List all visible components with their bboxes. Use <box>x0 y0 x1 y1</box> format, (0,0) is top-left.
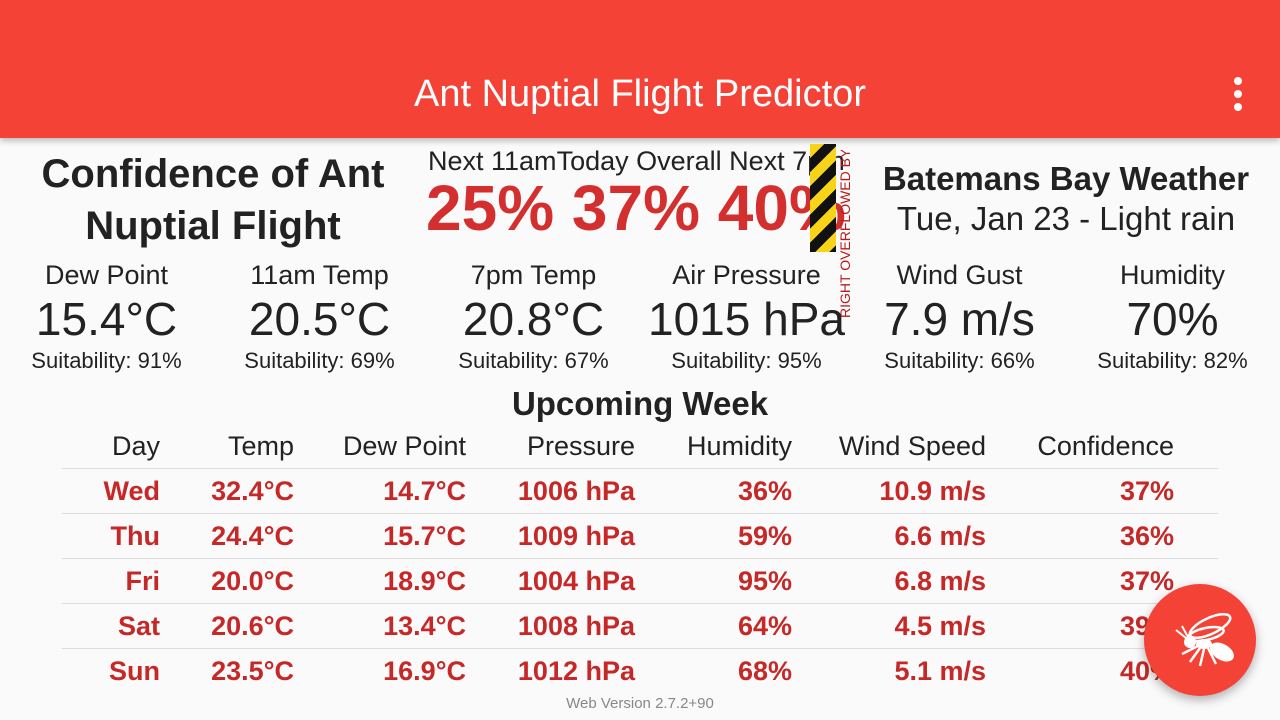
cell-dew-point: 18.9°C <box>383 566 466 596</box>
cell-pressure: 1009 hPa <box>517 521 635 551</box>
metric-name: Humidity <box>1119 260 1226 290</box>
confidence-title: Confidence of Ant Nuptial Flight <box>41 152 385 248</box>
cell-day: Thu <box>110 521 160 551</box>
cell-confidence: 37% <box>1119 476 1174 506</box>
table-row: Sun 23.5°C 16.9°C 1012 hPa 68% 5.1 m/s 4… <box>62 649 1218 693</box>
table-row: Thu 24.4°C 15.7°C 1009 hPa 59% 6.6 m/s 3… <box>62 514 1218 559</box>
weather-date-condition: Tue, Jan 23 - Light rain <box>896 200 1236 237</box>
cell-wind-speed: 6.8 m/s <box>894 566 986 596</box>
ant-icon <box>1175 612 1234 667</box>
value-next-11am: 25% <box>426 172 555 244</box>
table-row: Sat 20.6°C 13.4°C 1008 hPa 64% 4.5 m/s 3… <box>62 604 1218 649</box>
upcoming-week-table: Day Temp Dew Point Pressure Humidity Win… <box>62 424 1218 693</box>
cell-humidity: 68% <box>737 656 792 686</box>
overflow-warning-stripe <box>810 144 836 252</box>
app-title: Ant Nuptial Flight Predictor <box>414 73 866 115</box>
cell-pressure: 1012 hPa <box>517 656 635 686</box>
cell-dew-point: 15.7°C <box>383 521 466 551</box>
cell-humidity: 59% <box>737 521 792 551</box>
metric-value: 1015 hPa <box>648 293 845 345</box>
metric-suitability: Suitability: 67% <box>458 348 609 373</box>
column-header-dew-point: Dew Point <box>342 431 466 461</box>
cell-humidity: 95% <box>737 566 792 596</box>
cell-dew-point: 14.7°C <box>383 476 466 506</box>
cell-humidity: 64% <box>737 611 792 641</box>
cell-temp: 24.4°C <box>211 521 294 551</box>
metric-name: Dew Point <box>44 260 169 290</box>
metric-value: 15.4°C <box>35 293 178 345</box>
metric-suitability: Suitability: 82% <box>1097 348 1248 373</box>
metric-wind-gust: Wind Gust 7.9 m/s Suitability: 66% <box>853 258 1066 376</box>
column-header-pressure: Pressure <box>526 431 635 461</box>
cell-confidence: 36% <box>1119 521 1174 551</box>
version-footer: Web Version 2.7.2+90 <box>566 695 714 712</box>
metric-value: 20.5°C <box>248 293 391 345</box>
metric-name: 7pm Temp <box>470 260 597 290</box>
cell-humidity: 36% <box>737 476 792 506</box>
ant-fab-button[interactable] <box>1144 584 1256 696</box>
cell-temp: 20.6°C <box>211 611 294 641</box>
cell-temp: 32.4°C <box>211 476 294 506</box>
metrics-row: Dew Point 15.4°C Suitability: 91% 11am T… <box>0 258 1280 378</box>
metric-suitability: Suitability: 69% <box>244 348 395 373</box>
weather-location: Batemans Bay Weather <box>882 160 1250 197</box>
metric-humidity: Humidity 70% Suitability: 82% <box>1066 258 1279 376</box>
metric-name: 11am Temp <box>250 260 389 290</box>
metric-value: 70% <box>1126 293 1219 345</box>
cell-wind-speed: 5.1 m/s <box>894 656 986 686</box>
metric-air-pressure: Air Pressure 1015 hPa Suitability: 95% <box>640 258 853 376</box>
cell-dew-point: 16.9°C <box>383 656 466 686</box>
column-header-confidence: Confidence <box>1037 431 1174 461</box>
cell-wind-speed: 4.5 m/s <box>894 611 986 641</box>
cell-day: Wed <box>103 476 160 506</box>
cell-day: Sat <box>117 611 160 641</box>
column-header-temp: Temp <box>227 431 294 461</box>
metric-name: Air Pressure <box>672 260 821 290</box>
metric-name: Wind Gust <box>896 260 1023 290</box>
metric-value: 7.9 m/s <box>884 293 1035 345</box>
cell-day: Fri <box>125 566 160 596</box>
column-header-humidity: Humidity <box>686 431 792 461</box>
cell-wind-speed: 10.9 m/s <box>879 476 986 506</box>
app-bar: Ant Nuptial Flight Predictor <box>0 0 1280 138</box>
table-header: Day Temp Dew Point Pressure Humidity Win… <box>62 424 1218 469</box>
cell-day: Sun <box>109 656 160 686</box>
cell-dew-point: 13.4°C <box>383 611 466 641</box>
value-today-overall: 37% <box>571 172 700 244</box>
metric-7pm-temp: 7pm Temp 20.8°C Suitability: 67% <box>427 258 640 376</box>
column-header-day: Day <box>111 431 160 461</box>
cell-pressure: 1006 hPa <box>517 476 635 506</box>
metric-11am-temp: 11am Temp 20.5°C Suitability: 69% <box>213 258 426 376</box>
column-header-wind-speed: Wind Speed <box>838 431 986 461</box>
prediction-values: 25% 37% 40% <box>426 172 846 244</box>
cell-temp: 23.5°C <box>211 656 294 686</box>
cell-pressure: 1004 hPa <box>517 566 635 596</box>
upcoming-week-title: Upcoming Week <box>511 385 769 422</box>
cell-pressure: 1008 hPa <box>517 611 635 641</box>
table-row: Fri 20.0°C 18.9°C 1004 hPa 95% 6.8 m/s 3… <box>62 559 1218 604</box>
metric-suitability: Suitability: 95% <box>671 348 822 373</box>
more-vert-icon[interactable] <box>1226 72 1250 116</box>
cell-wind-speed: 6.6 m/s <box>894 521 986 551</box>
metric-suitability: Suitability: 91% <box>31 348 182 373</box>
cell-temp: 20.0°C <box>211 566 294 596</box>
metric-suitability: Suitability: 66% <box>884 348 1035 373</box>
metric-value: 20.8°C <box>462 293 605 345</box>
metric-dew-point: Dew Point 15.4°C Suitability: 91% <box>0 258 213 376</box>
table-row: Wed 32.4°C 14.7°C 1006 hPa 36% 10.9 m/s … <box>62 469 1218 514</box>
